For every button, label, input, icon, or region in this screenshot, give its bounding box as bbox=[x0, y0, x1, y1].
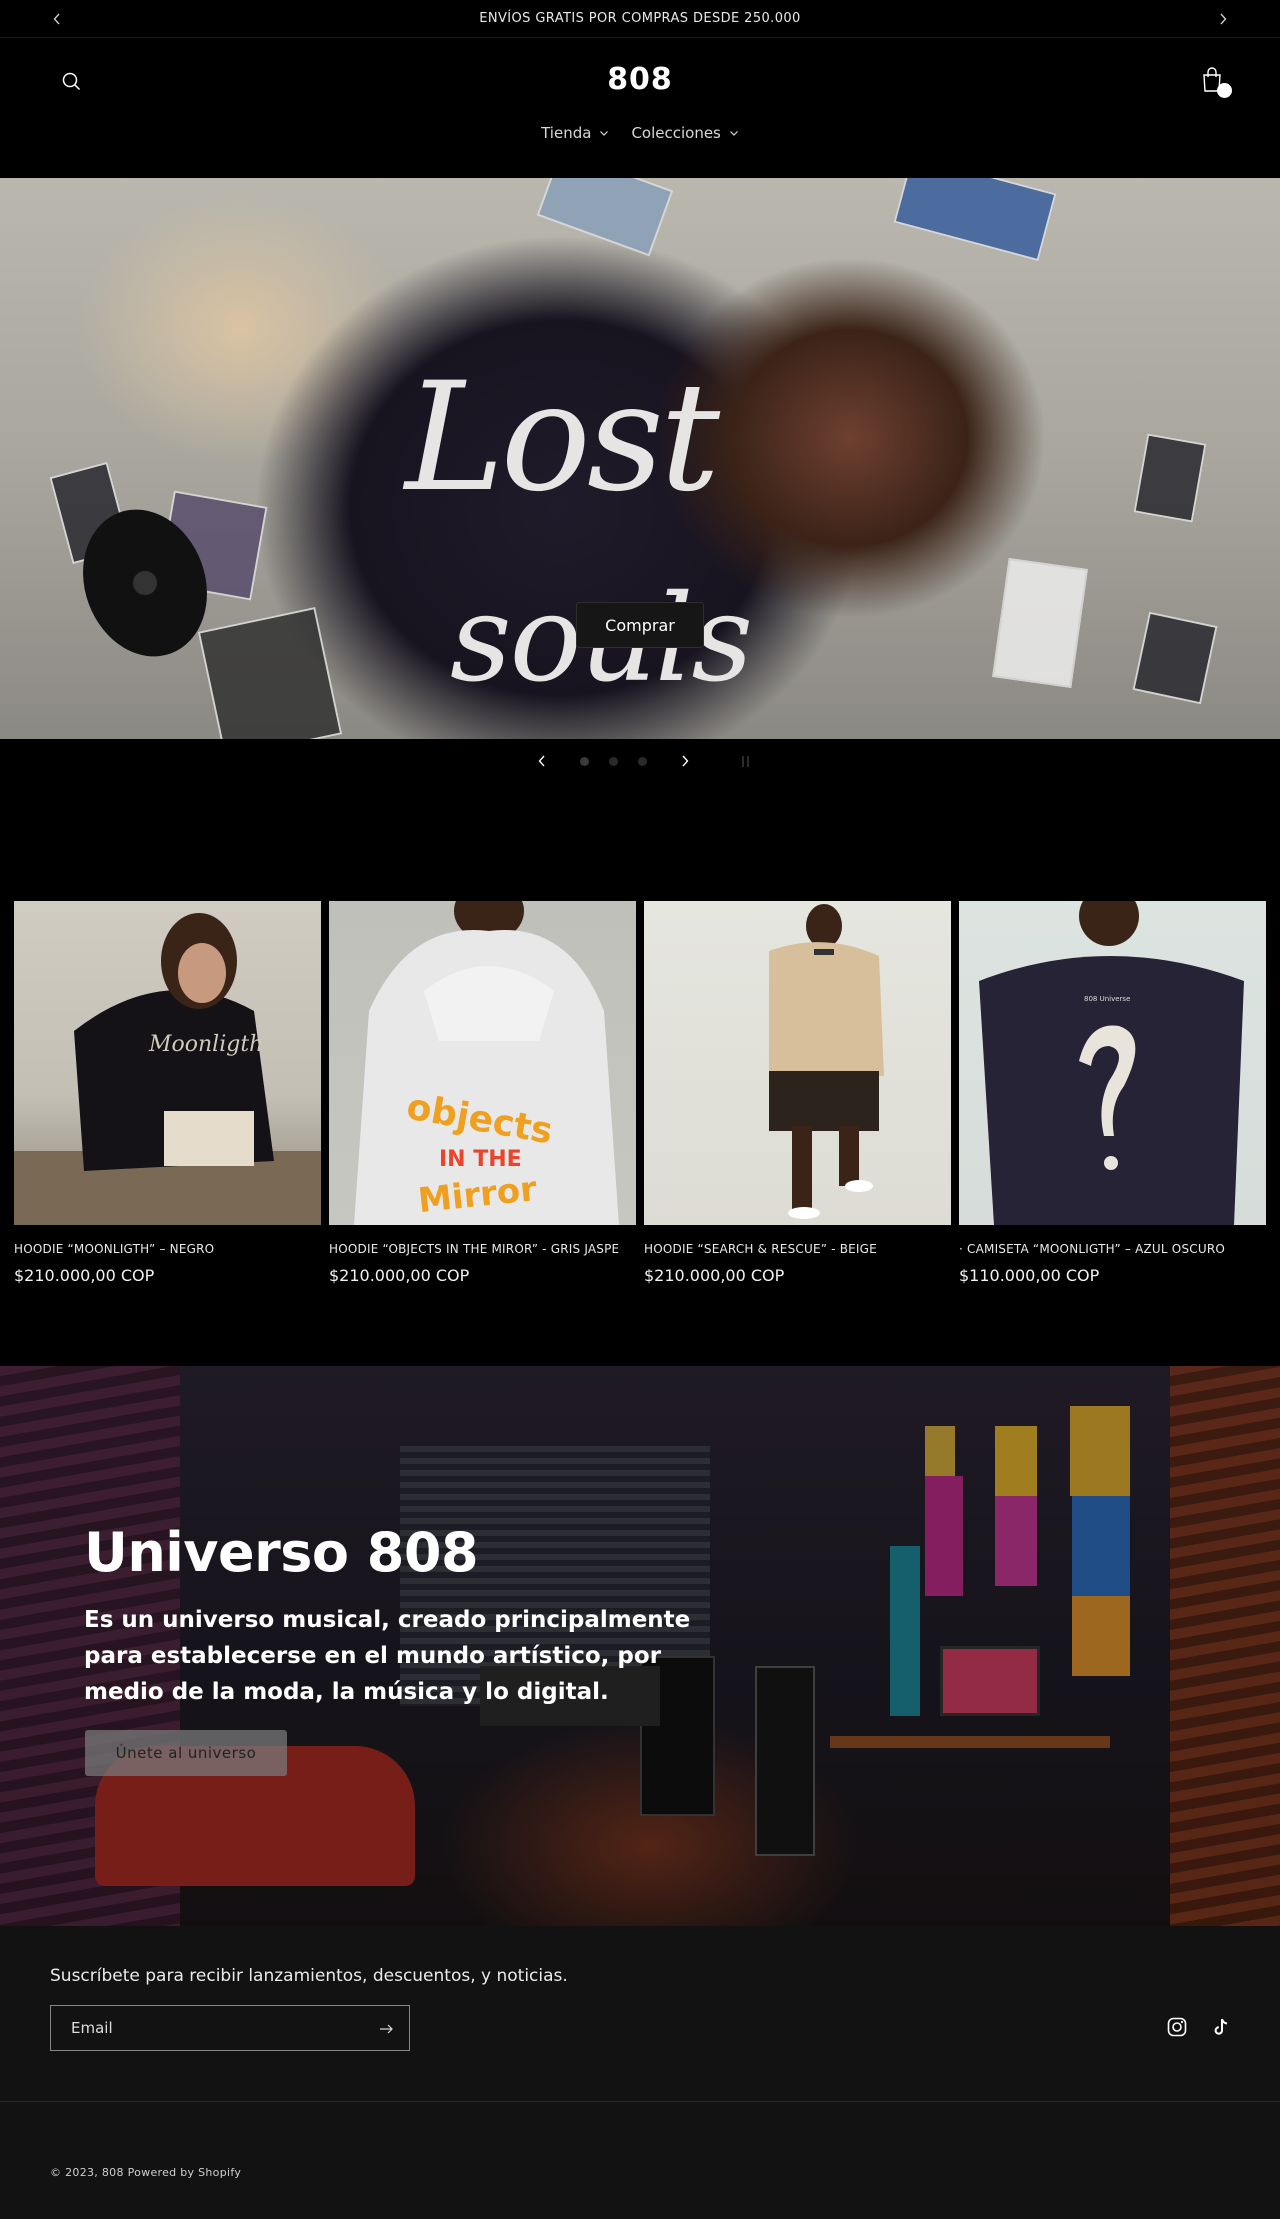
product-price: $110.000,00 COP bbox=[959, 1266, 1100, 1285]
hero-decor bbox=[893, 178, 1057, 262]
instagram-icon bbox=[1167, 2017, 1187, 2037]
hero-decor bbox=[992, 558, 1088, 688]
newsletter-heading: Suscríbete para recibir lanzamientos, de… bbox=[50, 1966, 568, 1986]
universe-banner: Universo 808 Es un universo musical, cre… bbox=[0, 1366, 1280, 1926]
product-image[interactable] bbox=[644, 901, 951, 1225]
product-image[interactable]: objects IN THE Mirror bbox=[329, 901, 636, 1225]
slide-next-button[interactable] bbox=[663, 739, 707, 783]
chevron-right-icon bbox=[681, 755, 688, 767]
tiktok-icon bbox=[1214, 2018, 1228, 2035]
join-universe-button[interactable]: Únete al universo bbox=[85, 1730, 287, 1776]
hero-shop-button[interactable]: Comprar bbox=[576, 602, 704, 648]
cart-count-badge bbox=[1217, 83, 1232, 98]
email-placeholder: Email bbox=[71, 2019, 113, 2037]
pause-icon bbox=[741, 752, 751, 771]
logo-text: 808 bbox=[607, 62, 673, 97]
universe-text: Es un universo musical, creado principal… bbox=[84, 1607, 691, 1705]
slideshow-pause-button[interactable] bbox=[731, 746, 761, 776]
hero-decor bbox=[536, 178, 674, 257]
footer-newsletter: Suscríbete para recibir lanzamientos, de… bbox=[0, 1926, 1280, 2102]
hero-banner: Lost souls Comprar bbox=[0, 178, 1280, 739]
instagram-link[interactable] bbox=[1166, 2016, 1188, 2038]
chevron-down-icon bbox=[729, 131, 738, 136]
universe-title: Universo 808 bbox=[84, 1521, 479, 1584]
product-title[interactable]: · CAMISETA “MOONLIGTH” – AZUL OSCURO bbox=[959, 1242, 1266, 1256]
nav-item-tienda[interactable]: Tienda bbox=[541, 124, 609, 142]
hero-decor bbox=[197, 606, 343, 739]
product-card[interactable]: 808 Universe · CAMISETA “MOONLIGTH” – AZ… bbox=[959, 901, 1266, 1366]
product-photo-hoodie-black: Moonligth bbox=[14, 913, 321, 1225]
product-card[interactable]: Moonligth HOODIE “MOONLIGTH” – NEGRO $21… bbox=[14, 901, 321, 1366]
product-title[interactable]: HOODIE “OBJECTS IN THE MIROR” - GRIS JAS… bbox=[329, 1242, 636, 1256]
social-links bbox=[1166, 2016, 1232, 2038]
product-photo-tshirt-navy: 808 Universe bbox=[979, 901, 1244, 1225]
product-photo-hoodie-gray: objects IN THE Mirror bbox=[354, 901, 619, 1225]
site-header: 808 Tienda Colecciones bbox=[0, 0, 1280, 142]
svg-text:Moonligth: Moonligth bbox=[148, 1032, 263, 1057]
cart-button[interactable] bbox=[1200, 66, 1232, 98]
copyright-text: © 2023, 808 Powered by Shopify bbox=[50, 2166, 242, 2179]
product-title[interactable]: HOODIE “SEARCH & RESCUE” - BEIGE bbox=[644, 1242, 951, 1256]
arrow-right-icon bbox=[380, 2024, 393, 2034]
site-logo[interactable]: 808 bbox=[0, 62, 1280, 97]
product-grid: Moonligth HOODIE “MOONLIGTH” – NEGRO $21… bbox=[0, 783, 1280, 1366]
product-photo-hoodie-beige bbox=[769, 904, 884, 1219]
product-price: $210.000,00 COP bbox=[14, 1266, 155, 1285]
slide-dot[interactable] bbox=[579, 756, 589, 766]
chevron-left-icon bbox=[538, 755, 545, 767]
product-image[interactable]: 808 Universe bbox=[959, 901, 1266, 1225]
subscribe-button[interactable] bbox=[377, 2020, 395, 2038]
nav-item-colecciones[interactable]: Colecciones bbox=[631, 124, 738, 142]
email-field[interactable]: Email bbox=[50, 2005, 410, 2051]
slide-dot[interactable] bbox=[637, 756, 647, 766]
hero-decor bbox=[1133, 433, 1207, 523]
product-image[interactable]: Moonligth bbox=[14, 901, 321, 1225]
product-card[interactable]: HOODIE “SEARCH & RESCUE” - BEIGE $210.00… bbox=[644, 901, 951, 1366]
product-price: $210.000,00 COP bbox=[644, 1266, 785, 1285]
footer-bottom: © 2023, 808 Powered by Shopify bbox=[0, 2102, 1280, 2219]
svg-text:IN THE: IN THE bbox=[439, 1147, 522, 1172]
slide-dot[interactable] bbox=[608, 756, 618, 766]
hero-title-line1: Lost bbox=[405, 351, 720, 525]
main-nav: Tienda Colecciones bbox=[0, 124, 1280, 142]
nav-item-label: Tienda bbox=[541, 124, 592, 142]
slide-dots bbox=[579, 756, 647, 766]
slideshow-controls bbox=[0, 739, 1280, 783]
product-card[interactable]: objects IN THE Mirror HOODIE “OBJECTS IN… bbox=[329, 901, 636, 1366]
product-title[interactable]: HOODIE “MOONLIGTH” – NEGRO bbox=[14, 1242, 321, 1256]
nav-item-label: Colecciones bbox=[631, 124, 721, 142]
slide-prev-button[interactable] bbox=[520, 739, 564, 783]
tiktok-link[interactable] bbox=[1210, 2016, 1232, 2038]
chevron-down-icon bbox=[600, 131, 609, 136]
svg-text:808 Universe: 808 Universe bbox=[1084, 995, 1130, 1003]
product-price: $210.000,00 COP bbox=[329, 1266, 470, 1285]
hero-decor bbox=[1132, 611, 1218, 705]
